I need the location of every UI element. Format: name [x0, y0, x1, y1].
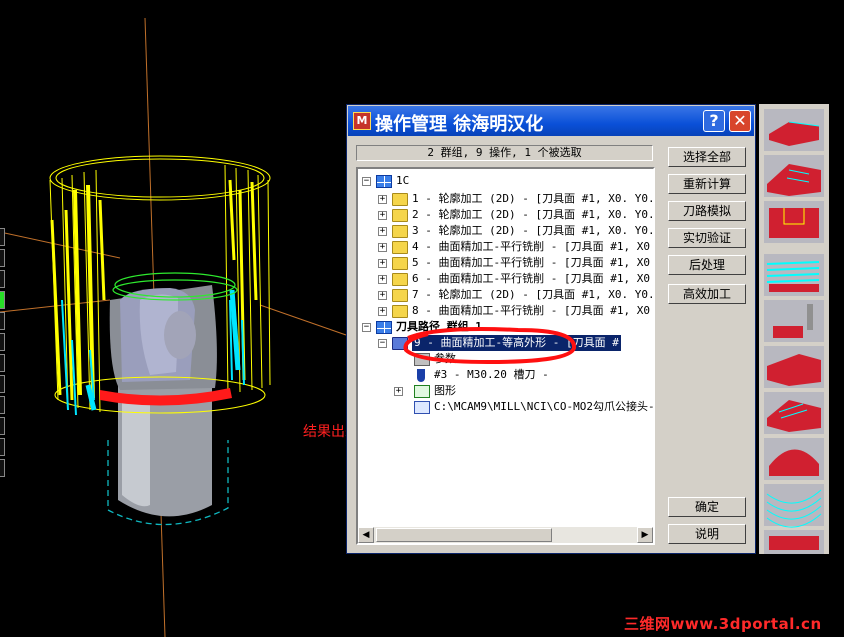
- select-all-button[interactable]: 选择全部: [668, 147, 746, 167]
- help-title-button[interactable]: ?: [703, 110, 725, 132]
- thumbnail-10[interactable]: [764, 530, 824, 554]
- toolbar-slot[interactable]: [0, 333, 5, 351]
- group-icon: [376, 321, 392, 334]
- regenerate-button[interactable]: 重新计算: [668, 174, 746, 194]
- thumbnail-5[interactable]: [764, 300, 824, 342]
- toolbar-slot[interactable]: [0, 270, 5, 288]
- expand-icon[interactable]: +: [394, 387, 403, 396]
- tree-label: 4 - 曲面精加工-平行铣削 - [刀具面 #1, X0: [412, 240, 650, 253]
- folder-icon: [392, 193, 408, 206]
- toolbar-slot[interactable]: [0, 249, 5, 267]
- toolpath-thumbnails: [764, 109, 824, 554]
- thumbnail-7[interactable]: [764, 392, 824, 434]
- nci-file-icon: [414, 401, 430, 414]
- thumbnail-4[interactable]: [764, 254, 824, 296]
- red-marker-circle: [403, 327, 576, 365]
- backplot-button[interactable]: 刀路模拟: [668, 201, 746, 221]
- selection-status: 2 群组, 9 操作, 1 个被选取: [356, 145, 653, 161]
- tree-label: 3 - 轮廓加工 (2D) - [刀具面 #1, X0. Y0.: [412, 224, 655, 237]
- watermark: 三维网www.3dportal.cn: [624, 615, 822, 633]
- toolbar-slot-active[interactable]: [0, 291, 5, 309]
- scroll-thumb[interactable]: [376, 528, 552, 542]
- expand-icon[interactable]: +: [378, 291, 387, 300]
- thumbnail-2[interactable]: [764, 155, 824, 197]
- toolbar-slot[interactable]: [0, 438, 5, 456]
- toolpath-type-panel: [759, 104, 829, 554]
- tree-label: 2 - 轮廓加工 (2D) - [刀具面 #1, X0. Y0.: [412, 208, 655, 221]
- tree-label: #3 - M30.20 槽刀 -: [434, 368, 549, 381]
- collapse-icon[interactable]: −: [362, 323, 371, 332]
- tree-label: 8 - 曲面精加工-平行铣削 - [刀具面 #1, X0: [412, 304, 650, 317]
- thumbnail-6[interactable]: [764, 346, 824, 388]
- toolbar-slot[interactable]: [0, 417, 5, 435]
- operations-tree[interactable]: − 1C +1 - 轮廓加工 (2D) - [刀具面 #1, X0. Y0. +2…: [356, 167, 655, 545]
- post-button[interactable]: 后处理: [668, 255, 746, 275]
- toolbar-slot[interactable]: [0, 354, 5, 372]
- operations-manager-dialog: M 操作管理 徐海明汉化 ? ✕ 2 群组, 9 操作, 1 个被选取 − 1C…: [346, 104, 756, 554]
- toolbar-slot[interactable]: [0, 312, 5, 330]
- expand-icon[interactable]: +: [378, 211, 387, 220]
- thumbnail-1[interactable]: [764, 109, 824, 151]
- toolbar-slot[interactable]: [0, 396, 5, 414]
- verify-button[interactable]: 实切验证: [668, 228, 746, 248]
- thumbnail-9[interactable]: [764, 484, 824, 528]
- toolbar-slot[interactable]: [0, 228, 5, 246]
- tool-icon: [417, 369, 425, 382]
- scroll-left-icon[interactable]: ◀: [358, 527, 374, 543]
- tree-label: 1 - 轮廓加工 (2D) - [刀具面 #1, X0. Y0.: [412, 192, 655, 205]
- geometry-icon: [414, 385, 430, 398]
- group-icon: [376, 175, 392, 188]
- scroll-right-icon[interactable]: ▶: [637, 527, 653, 543]
- expand-icon[interactable]: +: [378, 275, 387, 284]
- toolbar-slot[interactable]: [0, 459, 5, 477]
- folder-icon: [392, 257, 408, 270]
- app-icon: M: [353, 112, 371, 130]
- collapse-icon[interactable]: −: [378, 339, 387, 348]
- toolbar-slot[interactable]: [0, 375, 5, 393]
- collapse-icon[interactable]: −: [362, 177, 371, 186]
- expand-icon[interactable]: +: [378, 259, 387, 268]
- folder-icon: [392, 305, 408, 318]
- expand-icon[interactable]: +: [378, 227, 387, 236]
- folder-icon: [392, 289, 408, 302]
- hsm-button[interactable]: 高效加工: [668, 284, 746, 304]
- folder-icon: [392, 273, 408, 286]
- left-toolbar: [0, 228, 5, 477]
- title-bar[interactable]: M 操作管理 徐海明汉化 ? ✕: [348, 106, 754, 136]
- folder-icon: [392, 225, 408, 238]
- thumbnail-8[interactable]: [764, 438, 824, 480]
- horizontal-scrollbar[interactable]: ◀ ▶: [358, 527, 653, 543]
- tree-label: C:\MCAM9\MILL\NCI\CO-MO2勾爪公接头-左: [434, 400, 655, 413]
- help-button[interactable]: 说明: [668, 524, 746, 544]
- folder-icon: [392, 241, 408, 254]
- tree-label: 6 - 曲面精加工-平行铣削 - [刀具面 #1, X0: [412, 272, 650, 285]
- expand-icon[interactable]: +: [378, 195, 387, 204]
- folder-icon: [392, 209, 408, 222]
- axis-line-right: [259, 304, 347, 336]
- expand-icon[interactable]: +: [378, 307, 387, 316]
- expand-icon[interactable]: +: [378, 243, 387, 252]
- ok-button[interactable]: 确定: [668, 497, 746, 517]
- close-button[interactable]: ✕: [729, 110, 751, 132]
- dialog-title: 操作管理 徐海明汉化: [375, 114, 544, 135]
- tree-label: 5 - 曲面精加工-平行铣削 - [刀具面 #1, X0: [412, 256, 650, 269]
- tree-label: 图形: [434, 384, 456, 397]
- thumbnail-3[interactable]: [764, 201, 824, 243]
- tree-label: 7 - 轮廓加工 (2D) - [刀具面 #1, X0. Y0.: [412, 288, 655, 301]
- tree-label: 1C: [396, 174, 410, 187]
